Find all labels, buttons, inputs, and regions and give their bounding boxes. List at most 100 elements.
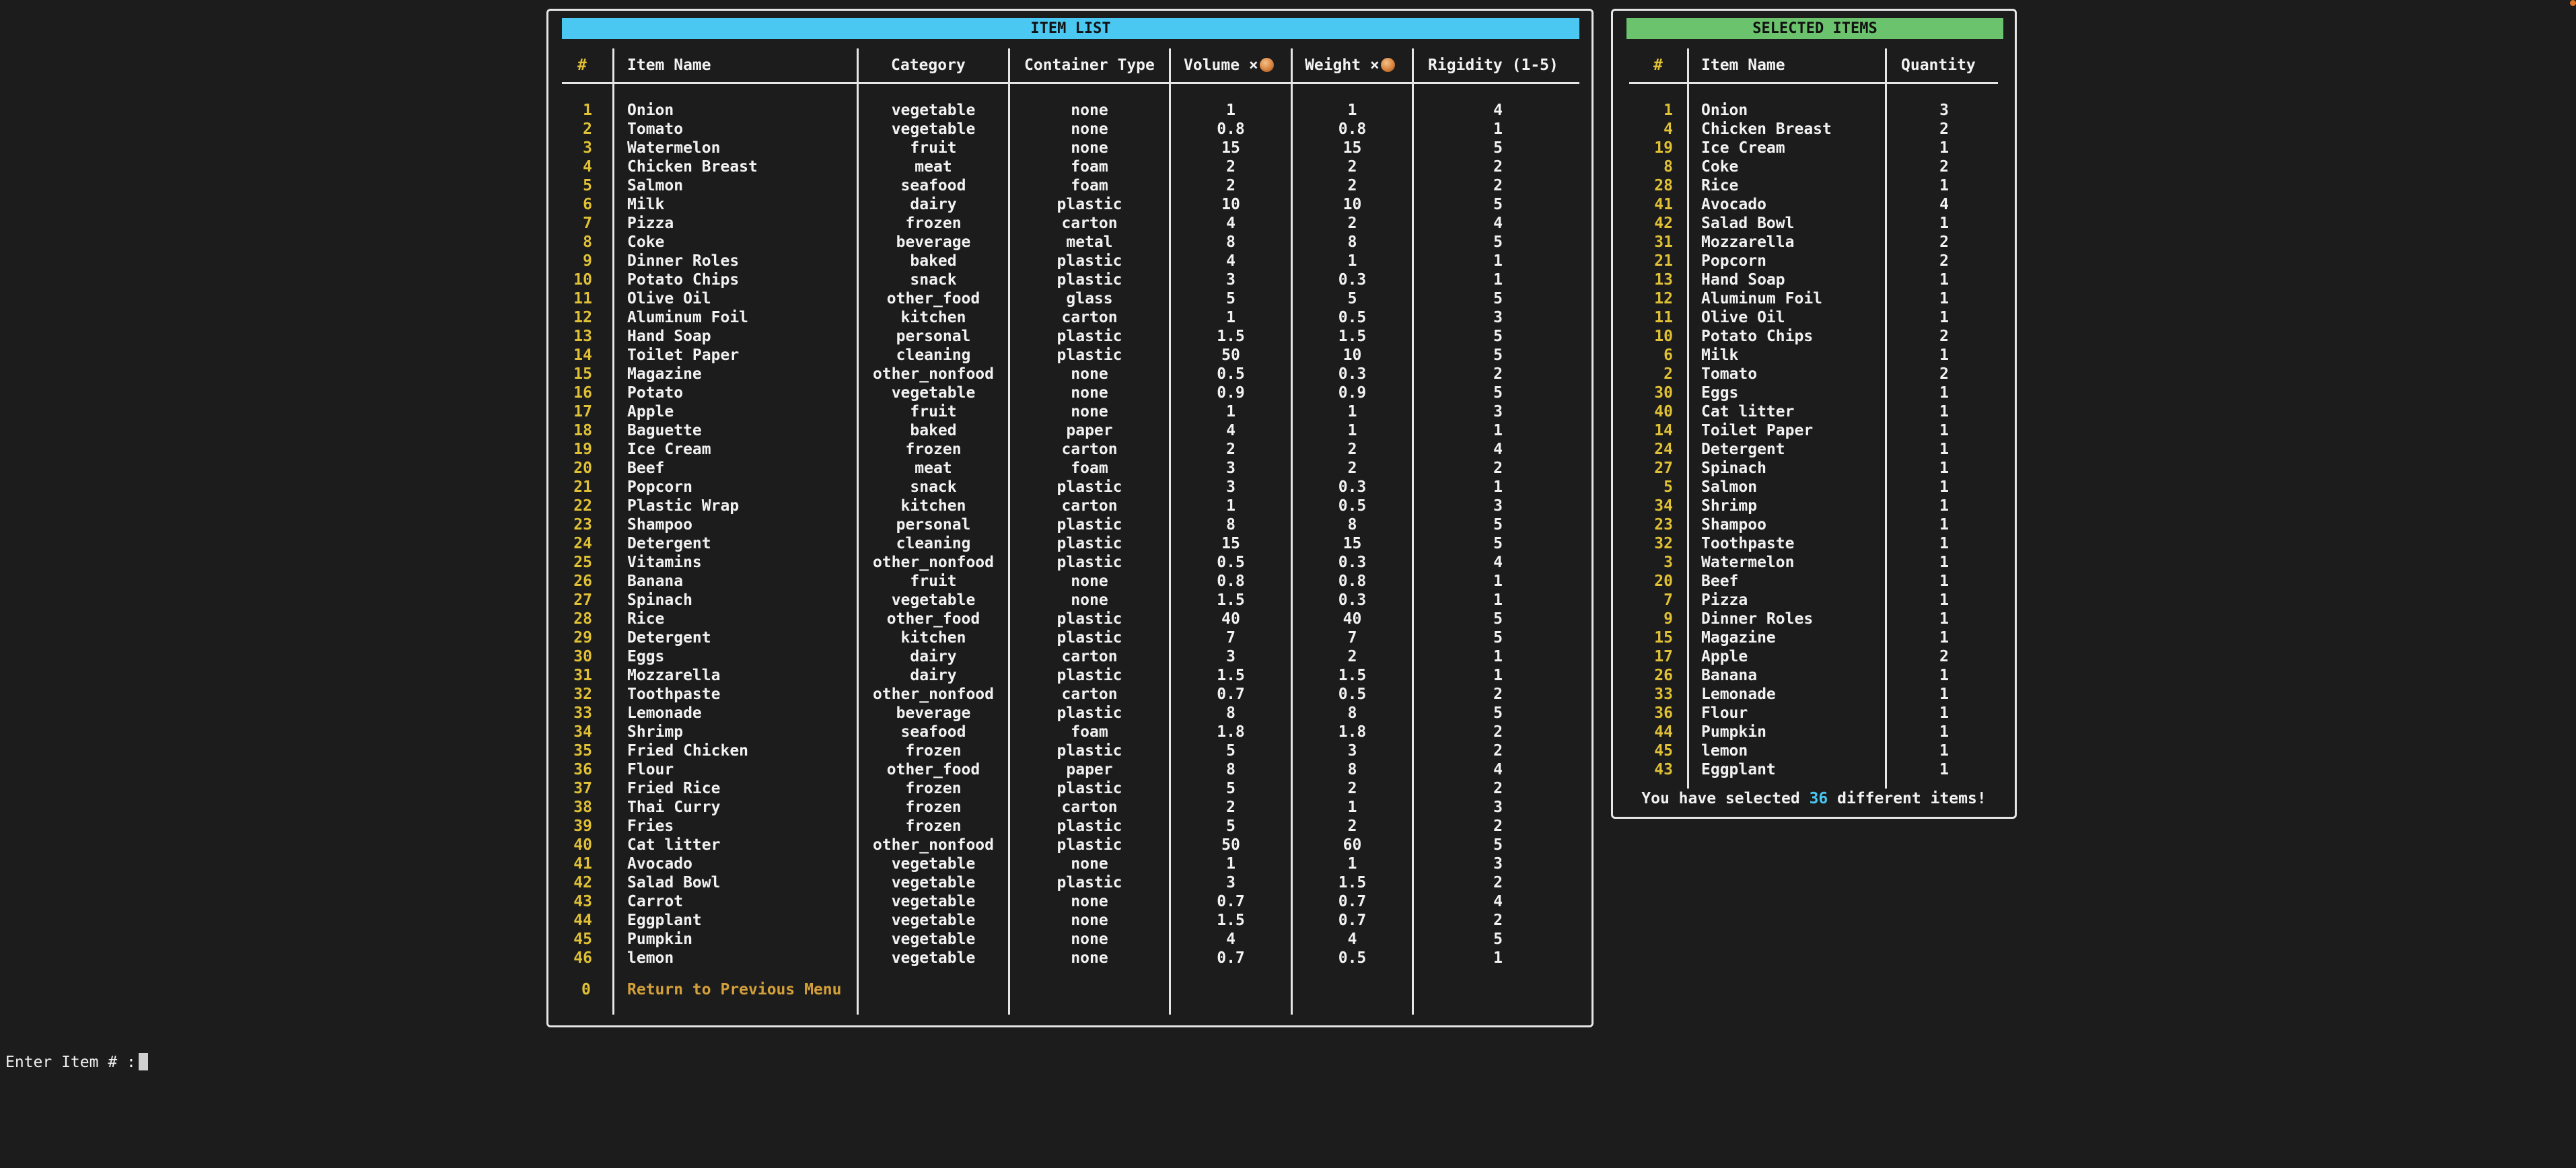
item-row[interactable]: 3 Watermelon fruit none 15 15 5 (548, 139, 1591, 157)
item-row[interactable]: 39 Fries frozen plastic 5 2 2 (548, 817, 1591, 836)
item-row[interactable]: 26 Banana fruit none 0.8 0.8 1 (548, 572, 1591, 591)
item-rigidity: 1 (1493, 667, 1503, 684)
item-row[interactable]: 30 Eggs dairy carton 3 2 1 (548, 647, 1591, 666)
selected-quantity: 2 (1939, 648, 1949, 665)
item-weight: 2 (1347, 460, 1357, 477)
selected-row: 3 Watermelon 1 (1613, 553, 2015, 572)
item-row[interactable]: 29 Detergent kitchen plastic 7 7 5 (548, 628, 1591, 647)
selected-quantity: 1 (1939, 742, 1949, 760)
item-category: frozen (905, 742, 962, 760)
text-cursor[interactable] (138, 1053, 148, 1070)
selected-item-name: Spinach (1701, 460, 1766, 477)
item-weight: 0.5 (1338, 309, 1367, 326)
selected-item-name: lemon (1701, 742, 1748, 760)
return-row[interactable]: 0 Return to Previous Menu (548, 980, 1591, 999)
item-index: 2 (583, 120, 592, 138)
item-row[interactable]: 22 Plastic Wrap kitchen carton 1 0.5 3 (548, 497, 1591, 515)
item-index: 17 (573, 403, 592, 421)
item-category: kitchen (900, 497, 966, 515)
selected-item-name: Shampoo (1701, 516, 1766, 534)
item-name: Potato Chips (627, 271, 740, 289)
item-row[interactable]: 23 Shampoo personal plastic 8 8 5 (548, 515, 1591, 534)
item-row[interactable]: 40 Cat litter other_nonfood plastic 50 60 5 (548, 836, 1591, 854)
selected-quantity: 1 (1939, 554, 1949, 571)
item-row[interactable]: 32 Toothpaste other_nonfood carton 0.7 0.5 2 (548, 685, 1591, 704)
item-name: Detergent (627, 535, 711, 552)
item-row[interactable]: 8 Coke beverage metal 8 8 5 (548, 233, 1591, 252)
item-row[interactable]: 7 Pizza frozen carton 4 2 4 (548, 214, 1591, 233)
item-row[interactable]: 14 Toilet Paper cleaning plastic 50 10 5 (548, 346, 1591, 365)
selected-quantity: 1 (1939, 346, 1949, 364)
item-name: Toothpaste (627, 686, 721, 703)
item-row[interactable]: 27 Spinach vegetable none 1.5 0.3 1 (548, 591, 1591, 610)
item-row[interactable]: 20 Beef meat foam 3 2 2 (548, 459, 1591, 478)
item-rigidity: 1 (1493, 252, 1503, 270)
item-category: dairy (910, 648, 957, 665)
item-rigidity: 2 (1493, 742, 1503, 760)
item-weight: 8 (1347, 233, 1357, 251)
item-row[interactable]: 19 Ice Cream frozen carton 2 2 4 (548, 440, 1591, 459)
item-row[interactable]: 43 Carrot vegetable none 0.7 0.7 4 (548, 892, 1591, 911)
item-row[interactable]: 5 Salmon seafood foam 2 2 2 (548, 176, 1591, 195)
item-row[interactable]: 37 Fried Rice frozen plastic 5 2 2 (548, 779, 1591, 798)
item-row[interactable]: 10 Potato Chips snack plastic 3 0.3 1 (548, 270, 1591, 289)
item-index: 14 (573, 346, 592, 364)
item-weight: 5 (1347, 290, 1357, 307)
item-row[interactable]: 15 Magazine other_nonfood none 0.5 0.3 2 (548, 365, 1591, 384)
item-row[interactable]: 31 Mozzarella dairy plastic 1.5 1.5 1 (548, 666, 1591, 685)
item-index: 5 (583, 177, 592, 194)
item-row[interactable]: 33 Lemonade beverage plastic 8 8 5 (548, 704, 1591, 723)
item-rigidity: 5 (1493, 930, 1503, 948)
item-rigidity: 2 (1493, 817, 1503, 835)
item-row[interactable]: 4 Chicken Breast meat foam 2 2 2 (548, 157, 1591, 176)
item-row[interactable]: 13 Hand Soap personal plastic 1.5 1.5 5 (548, 327, 1591, 346)
item-row[interactable]: 42 Salad Bowl vegetable plastic 3 1.5 2 (548, 873, 1591, 892)
item-category: fruit (910, 403, 957, 421)
item-container-type: foam (1071, 723, 1108, 741)
item-number-prompt[interactable]: Enter Item # : (5, 1053, 148, 1071)
item-category: vegetable (891, 912, 976, 929)
item-row[interactable]: 9 Dinner Roles baked plastic 4 1 1 (548, 252, 1591, 270)
item-container-type: none (1071, 120, 1108, 138)
item-row[interactable]: 2 Tomato vegetable none 0.8 0.8 1 (548, 120, 1591, 139)
item-row[interactable]: 1 Onion vegetable none 1 1 4 (548, 101, 1591, 120)
item-row[interactable]: 46 lemon vegetable none 0.7 0.5 1 (548, 949, 1591, 968)
item-index: 36 (573, 761, 592, 778)
item-row[interactable]: 41 Avocado vegetable none 1 1 3 (548, 854, 1591, 873)
item-index: 3 (583, 139, 592, 157)
selected-item-name: Watermelon (1701, 554, 1795, 571)
item-row[interactable]: 35 Fried Chicken frozen plastic 5 3 2 (548, 741, 1591, 760)
item-row[interactable]: 25 Vitamins other_nonfood plastic 0.5 0.3 4 (548, 553, 1591, 572)
selected-row: 31 Mozzarella 2 (1613, 233, 2015, 252)
item-row[interactable]: 28 Rice other_food plastic 40 40 5 (548, 610, 1591, 628)
item-row[interactable]: 21 Popcorn snack plastic 3 0.3 1 (548, 478, 1591, 497)
item-row[interactable]: 36 Flour other_food paper 8 8 4 (548, 760, 1591, 779)
item-container-type: paper (1066, 422, 1113, 439)
item-row[interactable]: 16 Potato vegetable none 0.9 0.9 5 (548, 384, 1591, 402)
item-row[interactable]: 18 Baguette baked paper 4 1 1 (548, 421, 1591, 440)
item-category: frozen (905, 441, 962, 458)
item-row[interactable]: 24 Detergent cleaning plastic 15 15 5 (548, 534, 1591, 553)
item-volume: 1 (1226, 497, 1236, 515)
selected-index: 32 (1654, 535, 1673, 552)
header-underline (562, 82, 1579, 84)
item-volume: 8 (1226, 233, 1236, 251)
item-row[interactable]: 45 Pumpkin vegetable none 4 4 5 (548, 930, 1591, 949)
selected-quantity: 2 (1939, 233, 1949, 251)
item-volume: 1 (1226, 102, 1236, 119)
item-row[interactable]: 11 Olive Oil other_food glass 5 5 5 (548, 289, 1591, 308)
selected-row: 17 Apple 2 (1613, 647, 2015, 666)
item-row[interactable]: 17 Apple fruit none 1 1 3 (548, 402, 1591, 421)
item-row[interactable]: 12 Aluminum Foil kitchen carton 1 0.5 3 (548, 308, 1591, 327)
item-row[interactable]: 34 Shrimp seafood foam 1.8 1.8 2 (548, 723, 1591, 741)
item-row[interactable]: 44 Eggplant vegetable none 1.5 0.7 2 (548, 911, 1591, 930)
item-category: baked (910, 252, 957, 270)
item-weight: 4 (1347, 930, 1357, 948)
item-weight: 0.3 (1338, 554, 1367, 571)
return-to-previous-menu[interactable]: Return to Previous Menu (627, 980, 842, 999)
item-container-type: plastic (1057, 516, 1122, 534)
selected-row: 7 Pizza 1 (1613, 591, 2015, 610)
item-row[interactable]: 38 Thai Curry frozen carton 2 1 3 (548, 798, 1591, 817)
item-category: personal (896, 328, 971, 345)
item-row[interactable]: 6 Milk dairy plastic 10 10 5 (548, 195, 1591, 214)
